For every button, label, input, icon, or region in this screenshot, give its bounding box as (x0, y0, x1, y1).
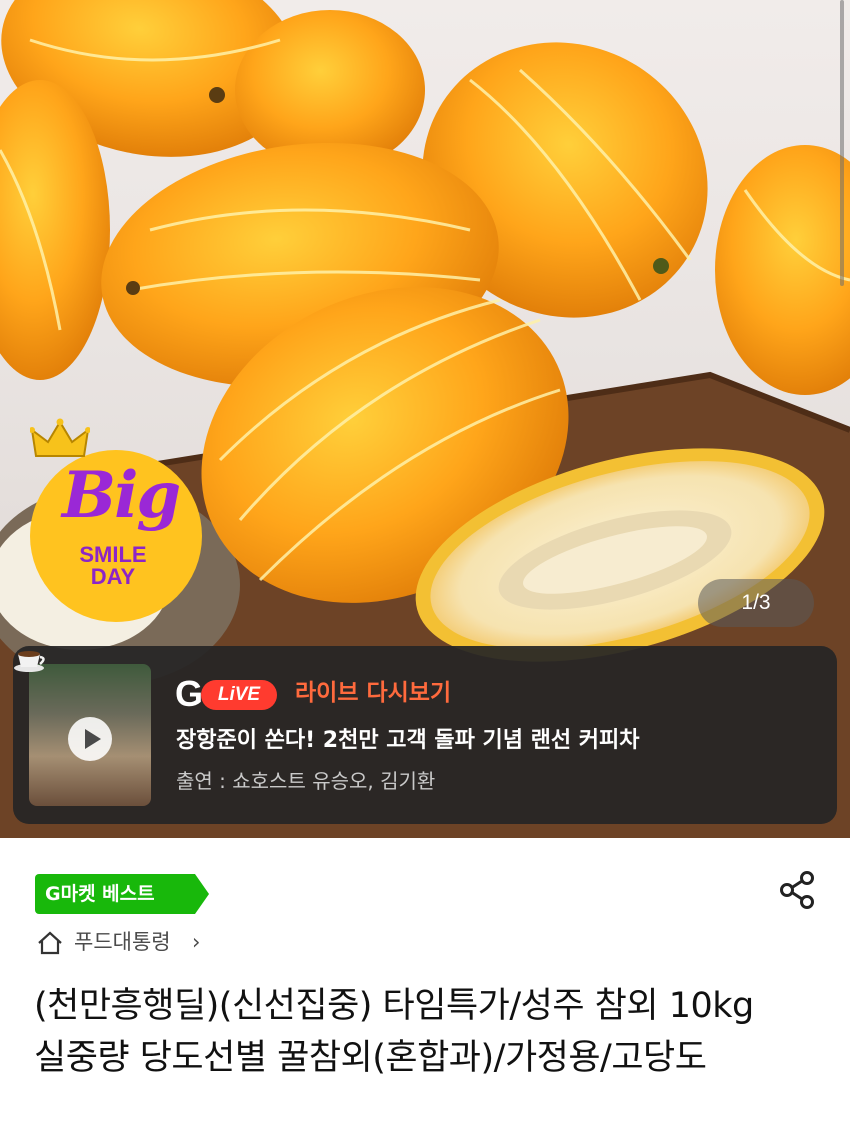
badge-big-text: Big (62, 458, 181, 533)
share-icon[interactable] (776, 868, 820, 912)
breadcrumb-seller-name[interactable]: 푸드대통령 (74, 924, 171, 960)
product-title: (천만흥행딜)(신선집중) 타임특가/성주 참외 10kg 실중량 당도선별 꿀… (34, 986, 754, 1078)
live-replay-banner[interactable]: G LiVE 라이브 다시보기 장항준이 쏜다! 2천만 고객 돌파 기념 랜선… (13, 646, 837, 824)
gmarket-best-badge: G마켓 베스트 (35, 874, 209, 914)
live-cast: 출연 : 쇼호스트 유승오, 김기환 (176, 769, 436, 793)
home-icon (38, 931, 62, 955)
product-page: Big SMILE DAY 1/3 G LiVE 라이브 다시보기 장항준이 쏜… (0, 0, 850, 1143)
best-badge-label: G마켓 베스트 (45, 883, 155, 905)
live-pill: LiVE (201, 680, 277, 710)
live-video-thumbnail[interactable] (29, 664, 151, 806)
big-smile-day-badge: Big SMILE DAY (30, 418, 206, 622)
coffee-cup-icon (14, 651, 45, 672)
product-image-carousel[interactable]: Big SMILE DAY 1/3 G LiVE 라이브 다시보기 장항준이 쏜… (0, 0, 850, 838)
crown-icon (30, 418, 90, 457)
play-icon[interactable] (68, 717, 112, 761)
badge-smile-day-text: SMILE DAY (58, 544, 168, 588)
image-pager-counter: 1/3 (698, 579, 814, 627)
scroll-indicator (840, 0, 844, 286)
g-live-logo-letter: G (175, 673, 204, 714)
live-title: 장항준이 쏜다! 2천만 고객 돌파 기념 랜선 커피차 (176, 728, 640, 753)
chevron-right-icon: › (192, 930, 201, 954)
badge-smile: SMILE (79, 542, 147, 567)
best-badge-tail (195, 874, 209, 914)
badge-day: DAY (90, 564, 136, 589)
live-replay-label: 라이브 다시보기 (295, 680, 452, 706)
